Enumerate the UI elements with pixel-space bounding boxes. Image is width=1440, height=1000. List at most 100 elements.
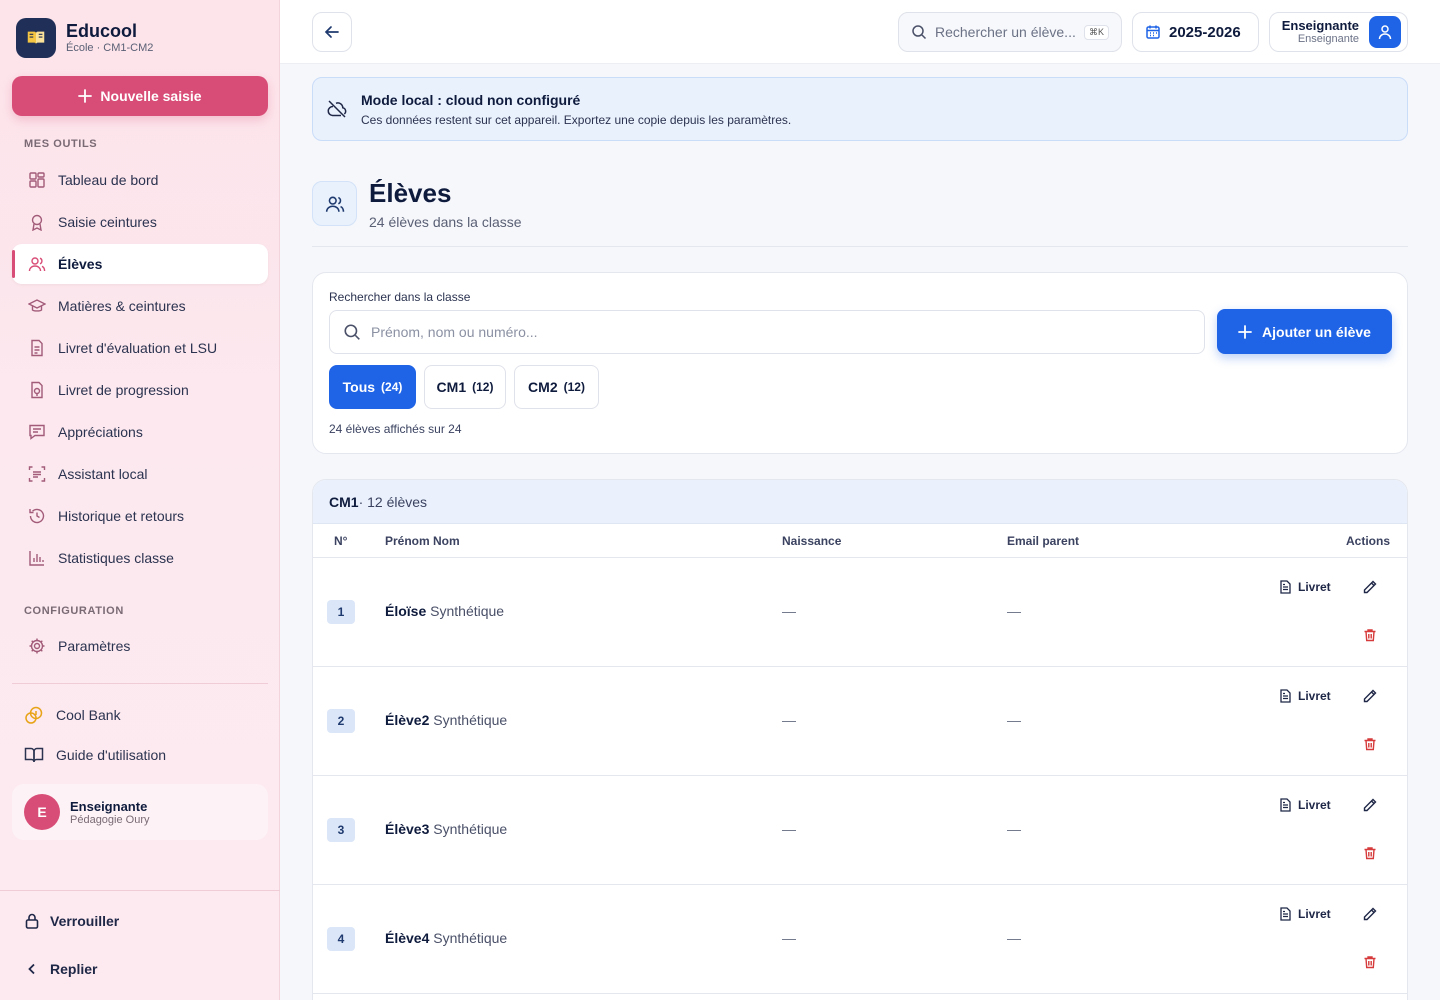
student-last-name: Synthétique [433, 712, 508, 728]
page-title: Élèves [369, 178, 452, 208]
lock-button[interactable]: Verrouiller [24, 913, 119, 929]
student-name[interactable]: Éloïse Synthétique [385, 603, 504, 619]
user-guide-label: Guide d'utilisation [56, 747, 167, 763]
chip-count: (24) [381, 380, 403, 394]
student-name[interactable]: Élève2 Synthétique [385, 712, 507, 728]
user-icon [1369, 16, 1401, 48]
sidebar-item-local-assistant[interactable]: Assistant local [12, 454, 268, 494]
graduation-cap-icon [28, 297, 46, 315]
banner-text: Ces données restent sur cet appareil. Ex… [361, 112, 792, 127]
shortcut-badge: ⌘K [1083, 24, 1109, 40]
column-name: Prénom Nom [385, 534, 460, 548]
brand[interactable]: Educool École · CM1-CM2 [16, 18, 153, 58]
class-search-input[interactable]: Prénom, nom ou numéro... [329, 310, 1205, 354]
livret-button[interactable]: Livret [1279, 689, 1331, 703]
filter-chip-cm2[interactable]: CM2 (12) [514, 365, 599, 409]
cool-bank-label: Cool Bank [56, 707, 121, 723]
filter-chip-all[interactable]: Tous (24) [329, 365, 416, 409]
sidebar-item-label: Matières & ceintures [58, 298, 186, 314]
sidebar-item-belts-entry[interactable]: Saisie ceintures [12, 202, 268, 242]
sidebar-divider [12, 683, 268, 684]
edit-button[interactable] [1362, 797, 1378, 813]
sidebar-item-label: Tableau de bord [58, 172, 159, 188]
table-header: N° Prénom Nom Naissance Email parent Act… [313, 524, 1407, 558]
sidebar-item-label: Livret de progression [58, 382, 189, 398]
new-entry-button[interactable]: Nouvelle saisie [12, 76, 268, 116]
group-header: CM1 · 12 élèves [313, 480, 1407, 524]
student-last-name: Synthétique [433, 930, 508, 946]
sidebar-item-evaluation-booklet[interactable]: Livret d'évaluation et LSU [12, 328, 268, 368]
profile-button[interactable]: Enseignante Enseignante [1269, 12, 1408, 52]
cool-bank-link[interactable]: Cool Bank [24, 705, 121, 725]
student-birthdate: — [782, 712, 796, 728]
users-icon [312, 181, 357, 226]
pencil-icon [1363, 580, 1377, 594]
table-row[interactable]: 3 Élève3 Synthétique — — Livret [313, 776, 1407, 885]
livret-button[interactable]: Livret [1279, 798, 1331, 812]
school-year-label: 2025-2026 [1169, 23, 1241, 41]
user-guide-link[interactable]: Guide d'utilisation [24, 745, 166, 765]
global-search-input[interactable]: Rechercher un élève... ⌘K [898, 12, 1122, 52]
collapse-label: Replier [50, 961, 98, 977]
livret-button[interactable]: Livret [1279, 580, 1331, 594]
sidebar-item-settings[interactable]: Paramètres [12, 626, 268, 666]
pencil-icon [1363, 689, 1377, 703]
chip-label: Tous [342, 379, 376, 395]
user-card[interactable]: E Enseignante Pédagogie Oury [12, 784, 268, 840]
sidebar-item-subjects[interactable]: Matières & ceintures [12, 286, 268, 326]
search-icon [912, 25, 927, 40]
student-first-name: Élève3 [385, 821, 430, 837]
student-number: 4 [327, 927, 355, 951]
arrow-left-icon [324, 26, 339, 38]
delete-button[interactable] [1363, 955, 1377, 969]
table-row[interactable]: 2 Élève2 Synthétique — — Livret [313, 667, 1407, 776]
sidebar-item-label: Élèves [58, 256, 103, 272]
student-number: 3 [327, 818, 355, 842]
class-search-label: Rechercher dans la classe [329, 290, 471, 304]
student-last-name: Synthétique [430, 603, 505, 619]
result-count: 24 élèves affichés sur 24 [329, 422, 462, 436]
delete-button[interactable] [1363, 628, 1377, 642]
sidebar-item-appreciations[interactable]: Appréciations [12, 412, 268, 452]
trash-icon [1364, 847, 1376, 860]
livret-button[interactable]: Livret [1279, 907, 1331, 921]
add-student-button[interactable]: Ajouter un élève [1217, 309, 1392, 354]
student-birthdate: — [782, 603, 796, 619]
sidebar-item-history[interactable]: Historique et retours [12, 496, 268, 536]
group-name: CM1 [329, 493, 359, 510]
delete-button[interactable] [1363, 737, 1377, 751]
student-number: 1 [327, 600, 355, 624]
lock-icon [24, 913, 40, 929]
pencil-icon [1363, 798, 1377, 812]
users-icon [28, 255, 46, 273]
collapse-button[interactable]: Replier [24, 961, 97, 977]
sidebar-item-progress-booklet[interactable]: Livret de progression [12, 370, 268, 410]
history-icon [28, 507, 46, 525]
book-logo-icon [16, 18, 56, 58]
sidebar-item-dashboard[interactable]: Tableau de bord [12, 160, 268, 200]
sidebar-item-label: Appréciations [58, 424, 143, 440]
sidebar-item-label: Historique et retours [58, 508, 185, 524]
user-name: Enseignante [70, 798, 148, 814]
table-row[interactable]: 1 Éloïse Synthétique — — Livret [313, 558, 1407, 667]
sidebar-item-label: Saisie ceintures [58, 214, 157, 230]
parent-email: — [1007, 821, 1021, 837]
filter-chip-cm1[interactable]: CM1 (12) [424, 365, 506, 409]
file-text-icon [1280, 580, 1291, 594]
group-count: · 12 élèves [358, 493, 428, 510]
column-birth: Naissance [782, 534, 842, 548]
parent-email: — [1007, 930, 1021, 946]
edit-button[interactable] [1362, 688, 1378, 704]
edit-button[interactable] [1362, 906, 1378, 922]
student-name[interactable]: Élève3 Synthétique [385, 821, 507, 837]
table-row[interactable]: 4 Élève4 Synthétique — — Livret [313, 885, 1407, 994]
sidebar-item-students[interactable]: Élèves [12, 244, 268, 284]
sidebar-item-statistics[interactable]: Statistiques classe [12, 538, 268, 578]
new-entry-label: Nouvelle saisie [100, 88, 202, 104]
student-birthdate: — [782, 930, 796, 946]
school-year-selector[interactable]: 2025-2026 [1132, 12, 1259, 52]
edit-button[interactable] [1362, 579, 1378, 595]
delete-button[interactable] [1363, 846, 1377, 860]
back-button[interactable] [312, 12, 352, 52]
student-name[interactable]: Élève4 Synthétique [385, 930, 507, 946]
